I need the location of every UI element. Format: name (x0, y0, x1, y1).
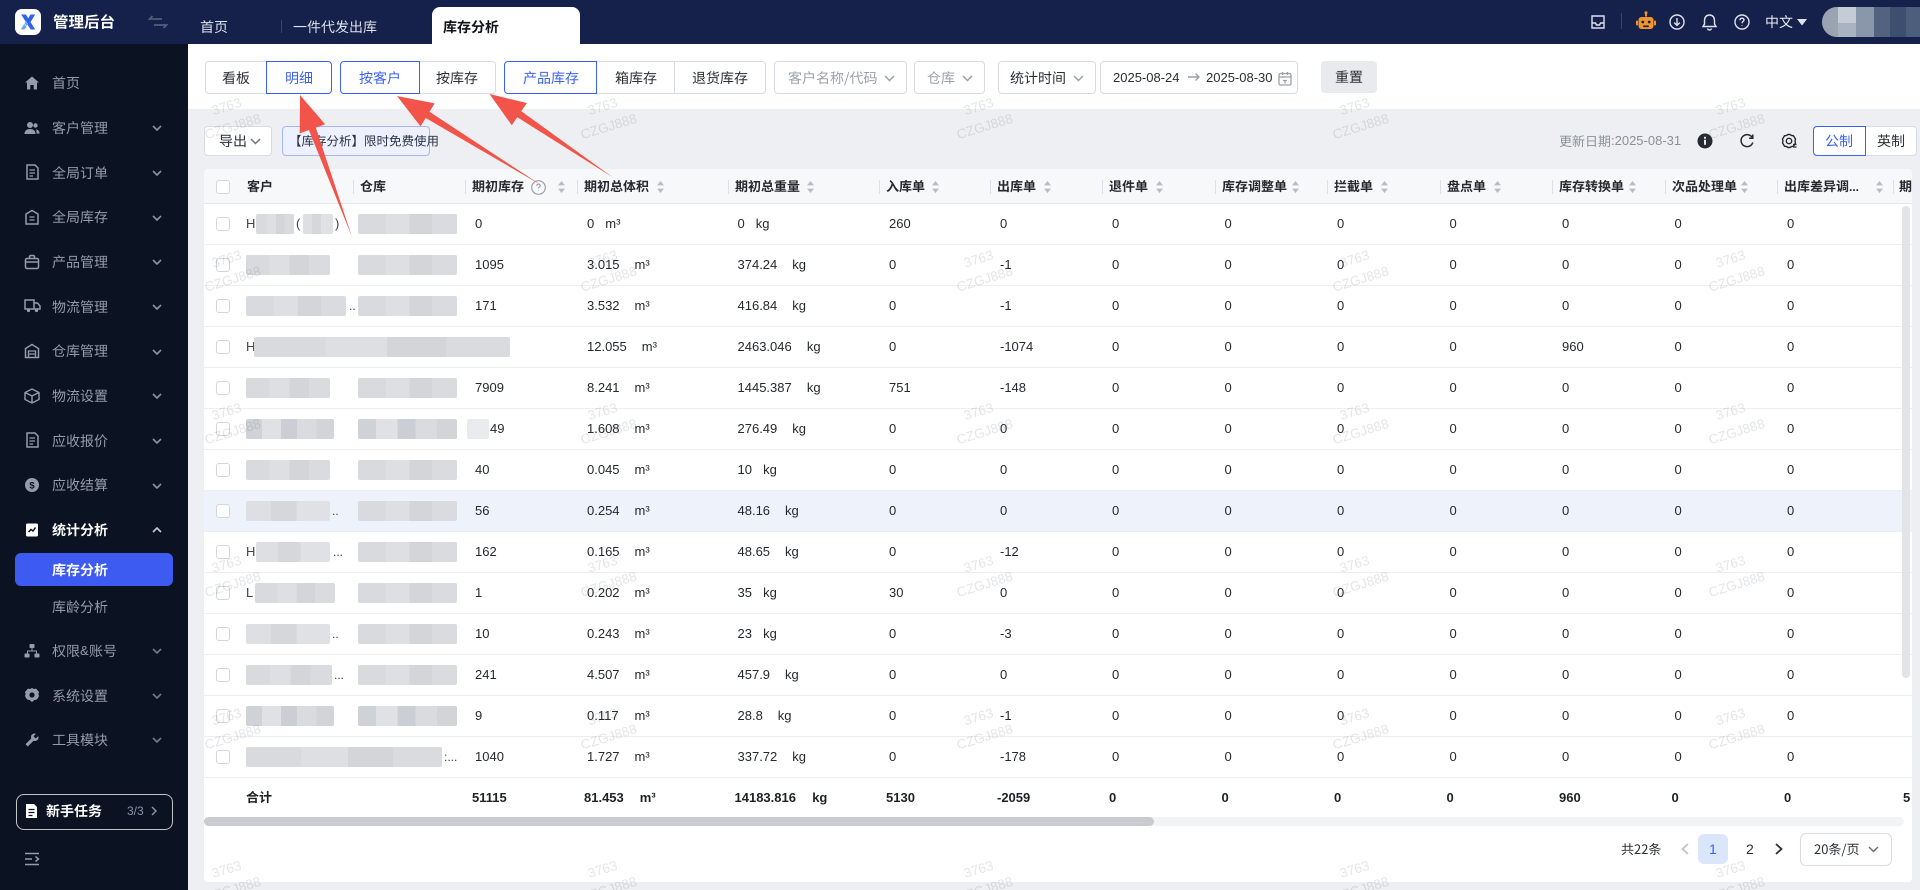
svg-text:$: $ (29, 480, 35, 491)
